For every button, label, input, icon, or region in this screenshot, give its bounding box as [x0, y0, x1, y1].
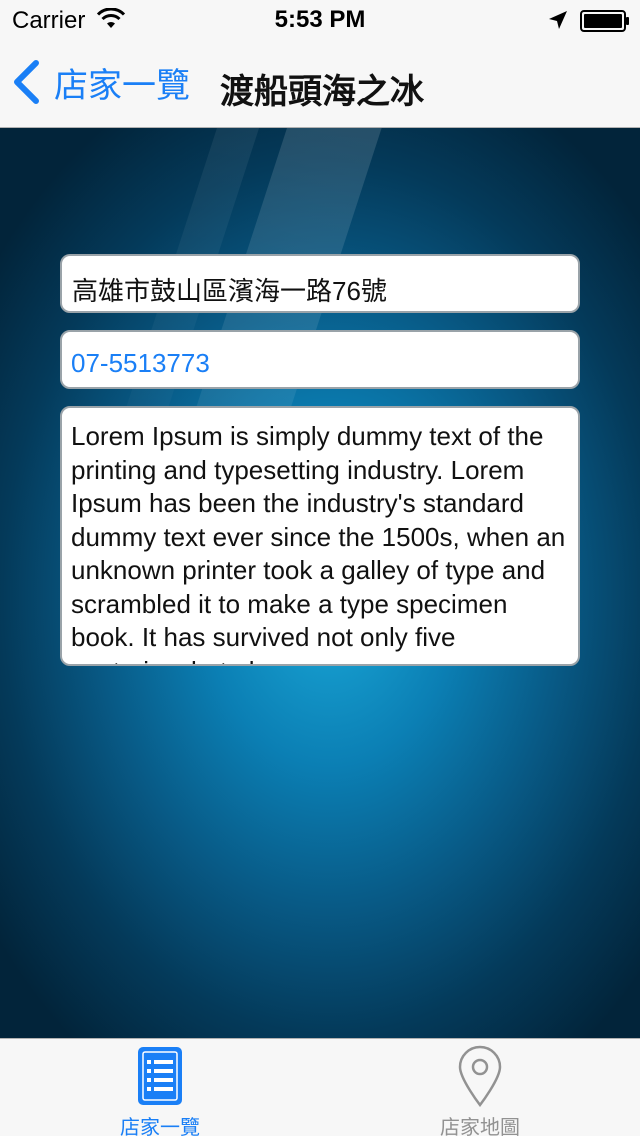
battery-icon	[580, 10, 629, 32]
address-text: 高雄市鼓山區濱海一路76號	[72, 276, 387, 306]
nav-bar: 店家一覽 渡船頭海之冰	[0, 40, 640, 128]
chevron-left-icon	[14, 60, 39, 104]
map-pin-icon	[458, 1045, 502, 1107]
status-time: 5:53 PM	[274, 6, 366, 33]
phone-field[interactable]: 07-5513773	[60, 330, 580, 389]
location-arrow-icon	[549, 11, 567, 29]
back-label: 店家一覽	[54, 66, 190, 105]
tab-bar: 店家一覽 店家地圖	[0, 1038, 640, 1136]
list-icon	[138, 1047, 182, 1105]
address-field[interactable]: 高雄市鼓山區濱海一路76號	[60, 254, 580, 313]
status-bar: Carrier 5:53 PM	[0, 0, 640, 40]
description-text: Lorem Ipsum is simply dummy text of the …	[71, 421, 566, 664]
phone-link[interactable]: 07-5513773	[71, 348, 210, 379]
tab-label: 店家地圖	[440, 1117, 520, 1136]
description-textview[interactable]: Lorem Ipsum is simply dummy text of the …	[60, 406, 580, 666]
tab-store-list[interactable]: 店家一覽	[0, 1039, 320, 1136]
back-button[interactable]: 店家一覽	[12, 58, 190, 106]
store-detail-content: 高雄市鼓山區濱海一路76號 07-5513773 Lorem Ipsum is …	[0, 128, 640, 1038]
header: Carrier 5:53 PM 店家一覽 渡船頭海之冰	[0, 0, 640, 128]
tab-store-map[interactable]: 店家地圖	[320, 1039, 640, 1136]
screen: Carrier 5:53 PM 店家一覽 渡船頭海之冰 高雄市鼓山區濱海一路76…	[0, 0, 640, 1136]
page-title: 渡船頭海之冰	[220, 73, 424, 111]
tab-label: 店家一覽	[120, 1117, 200, 1136]
